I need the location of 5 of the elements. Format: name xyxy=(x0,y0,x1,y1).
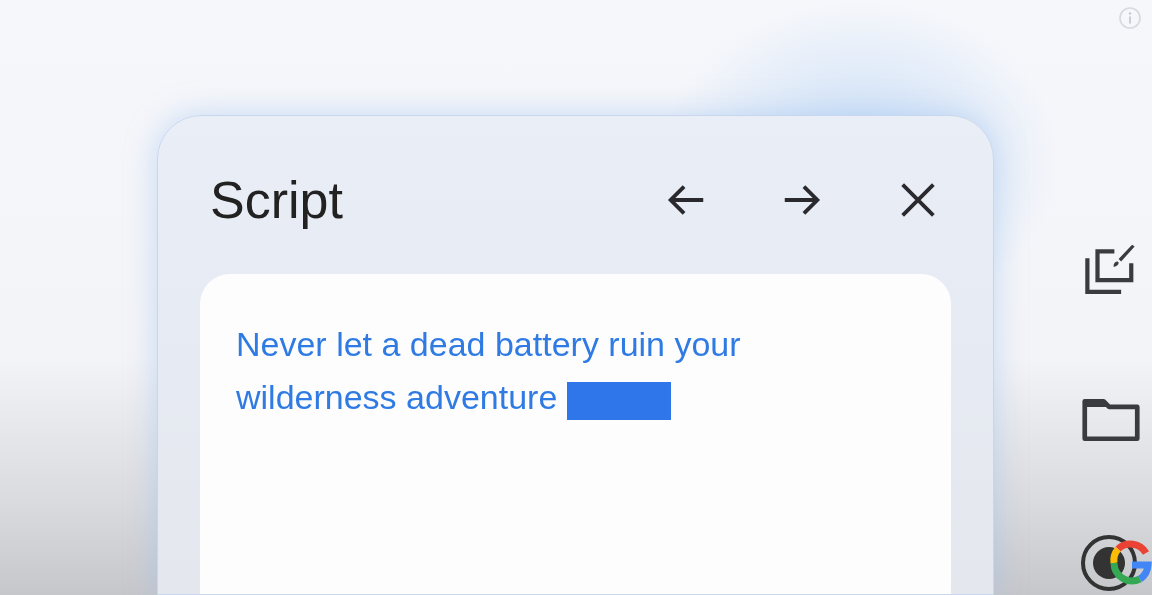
panel-title: Script xyxy=(210,170,343,231)
script-text-line: wilderness adventure xyxy=(236,377,558,418)
lens-icon[interactable] xyxy=(1080,533,1152,593)
folder-icon[interactable] xyxy=(1081,397,1141,443)
script-text-line: Never let a dead battery ruin your xyxy=(236,324,741,365)
